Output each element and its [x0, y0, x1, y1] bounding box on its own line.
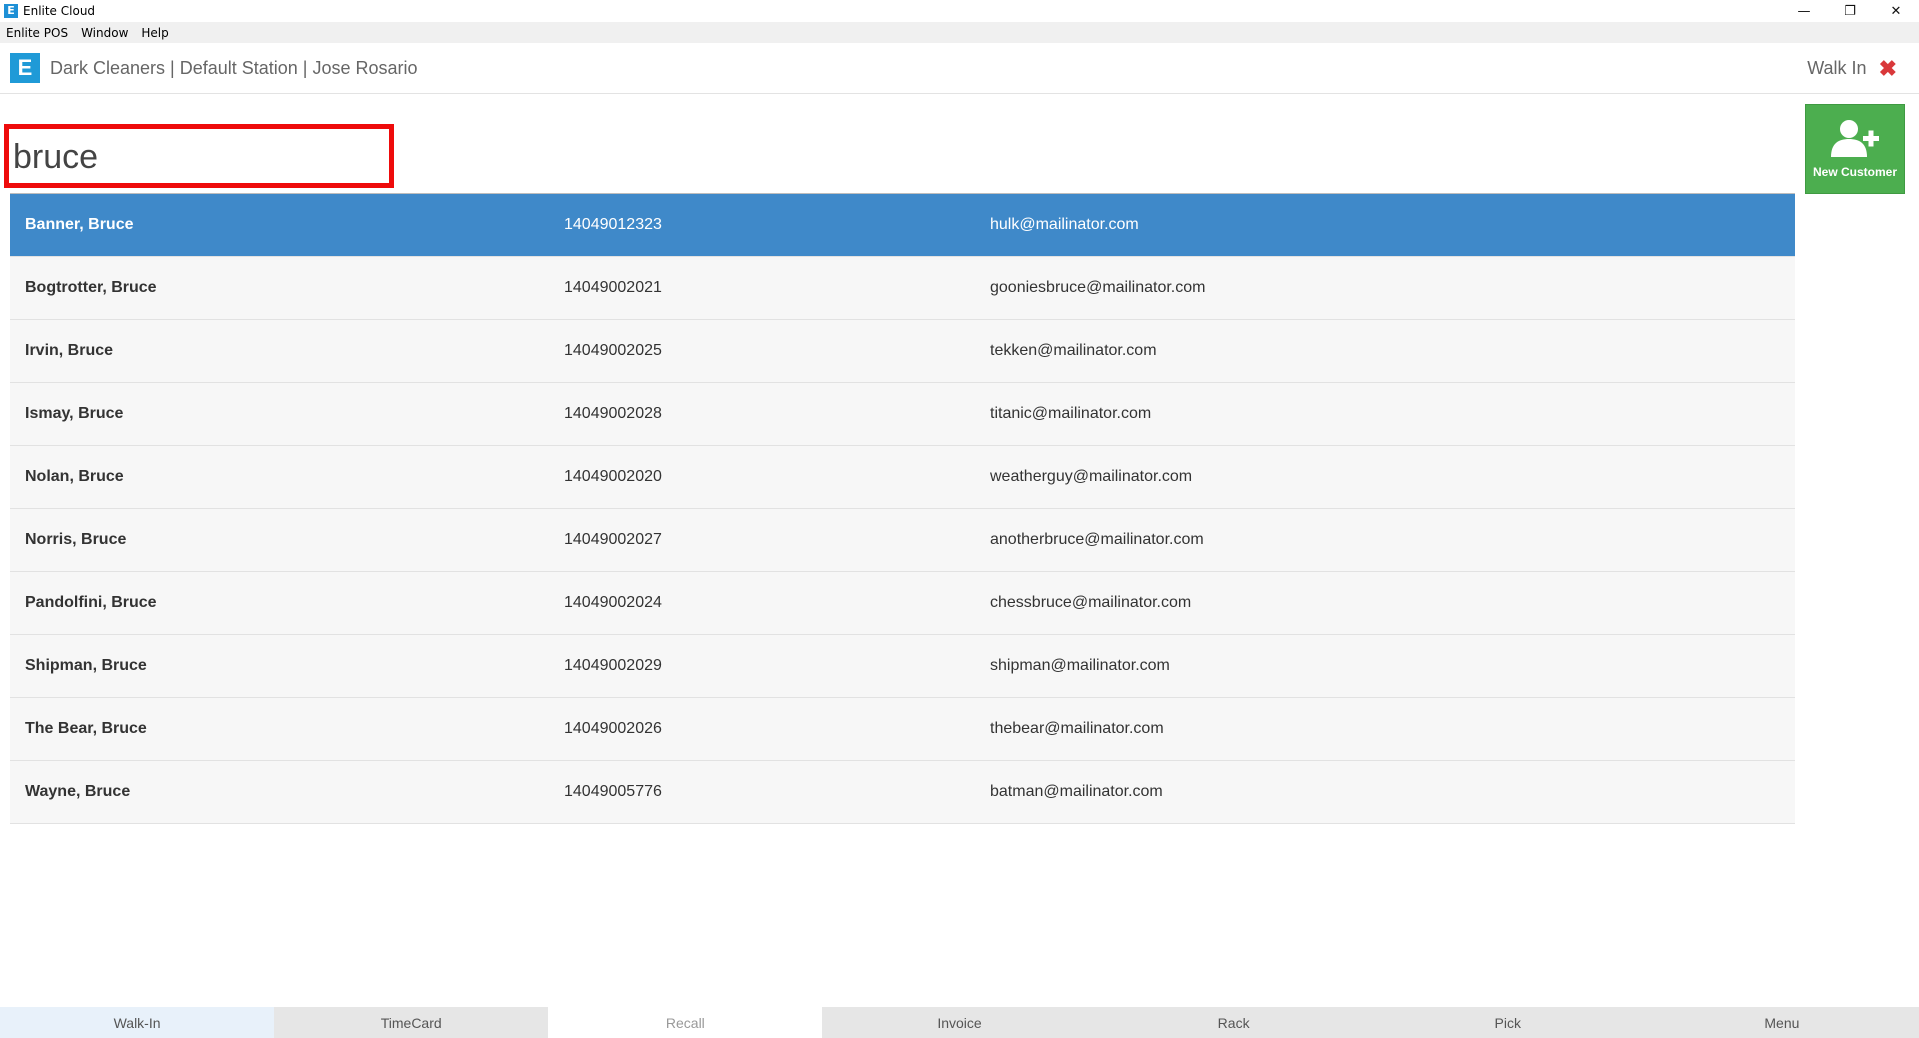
new-customer-button[interactable]: New Customer — [1805, 104, 1905, 194]
customer-name: Norris, Bruce — [25, 531, 127, 548]
customer-email: anotherbruce@mailinator.com — [990, 531, 1204, 548]
minimize-button[interactable]: — — [1781, 0, 1827, 22]
customer-row[interactable]: Banner, Bruce 14049012323 hulk@mailinato… — [10, 194, 1795, 257]
customer-name: Ismay, Bruce — [25, 405, 124, 422]
close-icon[interactable]: ✖ — [1879, 57, 1897, 80]
customer-email: thebear@mailinator.com — [990, 720, 1164, 737]
tab-invoice[interactable]: Invoice — [822, 1007, 1097, 1038]
window-controls: — ❐ ✕ — [1781, 0, 1919, 22]
walk-in-label: Walk In — [1807, 58, 1867, 78]
customer-phone: 14049012323 — [564, 216, 662, 233]
customer-phone: 14049002028 — [564, 405, 662, 422]
customer-row[interactable]: Bogtrotter, Bruce 14049002021 gooniesbru… — [10, 257, 1795, 320]
customer-name: Wayne, Bruce — [25, 783, 131, 800]
search-highlight-box — [4, 124, 394, 188]
customer-email: shipman@mailinator.com — [990, 657, 1170, 674]
customer-name: Banner, Bruce — [25, 216, 134, 233]
close-window-button[interactable]: ✕ — [1873, 0, 1919, 22]
tab-pick[interactable]: Pick — [1370, 1007, 1645, 1038]
window-title: Enlite Cloud — [23, 4, 96, 18]
menu-bar: Enlite POS Window Help — [0, 22, 1919, 43]
customer-phone: 14049002021 — [564, 279, 662, 296]
customer-row[interactable]: Ismay, Bruce 14049002028 titanic@mailina… — [10, 383, 1795, 446]
customer-row[interactable]: Shipman, Bruce 14049002029 shipman@maili… — [10, 635, 1795, 698]
app-header: E Dark Cleaners | Default Station | Jose… — [0, 43, 1919, 94]
customer-row[interactable]: Nolan, Bruce 14049002020 weatherguy@mail… — [10, 446, 1795, 509]
customer-results-list: Banner, Bruce 14049012323 hulk@mailinato… — [10, 194, 1795, 824]
menu-enlite-pos[interactable]: Enlite POS — [6, 26, 68, 40]
tab-walk-in[interactable]: Walk-In — [0, 1007, 275, 1038]
customer-phone: 14049002025 — [564, 342, 662, 359]
restore-button[interactable]: ❐ — [1827, 0, 1873, 22]
customer-phone: 14049002024 — [564, 594, 662, 611]
app-icon: E — [4, 4, 18, 18]
customer-name: Irvin, Bruce — [25, 342, 114, 359]
customer-email: weatherguy@mailinator.com — [990, 468, 1193, 485]
customer-phone: 14049002027 — [564, 531, 662, 548]
tab-timecard[interactable]: TimeCard — [274, 1007, 549, 1038]
menu-window[interactable]: Window — [81, 26, 128, 40]
customer-row[interactable]: Norris, Bruce 14049002027 anotherbruce@m… — [10, 509, 1795, 572]
new-customer-label: New Customer — [1812, 165, 1898, 179]
customer-name: Nolan, Bruce — [25, 468, 124, 485]
customer-name: Bogtrotter, Bruce — [25, 279, 157, 296]
customer-row[interactable]: Irvin, Bruce 14049002025 tekken@mailinat… — [10, 320, 1795, 383]
customer-search-input[interactable] — [13, 137, 383, 177]
header-mode: Walk In ✖ — [1807, 43, 1897, 94]
customer-email: batman@mailinator.com — [990, 783, 1163, 800]
customer-phone: 14049005776 — [564, 783, 662, 800]
customer-email: hulk@mailinator.com — [990, 216, 1139, 233]
customer-name: Pandolfini, Bruce — [25, 594, 157, 611]
enlite-logo-icon: E — [10, 53, 40, 83]
tab-rack[interactable]: Rack — [1096, 1007, 1371, 1038]
customer-phone: 14049002020 — [564, 468, 662, 485]
customer-name: The Bear, Bruce — [25, 720, 147, 737]
customer-phone: 14049002026 — [564, 720, 662, 737]
customer-row[interactable]: The Bear, Bruce 14049002026 thebear@mail… — [10, 698, 1795, 761]
tab-recall[interactable]: Recall — [548, 1007, 823, 1038]
customer-email: chessbruce@mailinator.com — [990, 594, 1192, 611]
window-titlebar: E Enlite Cloud — ❐ ✕ — [0, 0, 1919, 22]
add-user-icon — [1831, 120, 1879, 157]
tab-menu[interactable]: Menu — [1644, 1007, 1919, 1038]
station-context: Dark Cleaners | Default Station | Jose R… — [50, 57, 418, 78]
customer-phone: 14049002029 — [564, 657, 662, 674]
customer-email: tekken@mailinator.com — [990, 342, 1157, 359]
customer-row[interactable]: Wayne, Bruce 14049005776 batman@mailinat… — [10, 761, 1795, 824]
menu-help[interactable]: Help — [141, 26, 168, 40]
customer-row[interactable]: Pandolfini, Bruce 14049002024 chessbruce… — [10, 572, 1795, 635]
customer-email: titanic@mailinator.com — [990, 405, 1152, 422]
bottom-tab-bar: Walk-In TimeCard Recall Invoice Rack Pic… — [0, 1007, 1919, 1038]
customer-email: gooniesbruce@mailinator.com — [990, 279, 1206, 296]
customer-name: Shipman, Bruce — [25, 657, 147, 674]
